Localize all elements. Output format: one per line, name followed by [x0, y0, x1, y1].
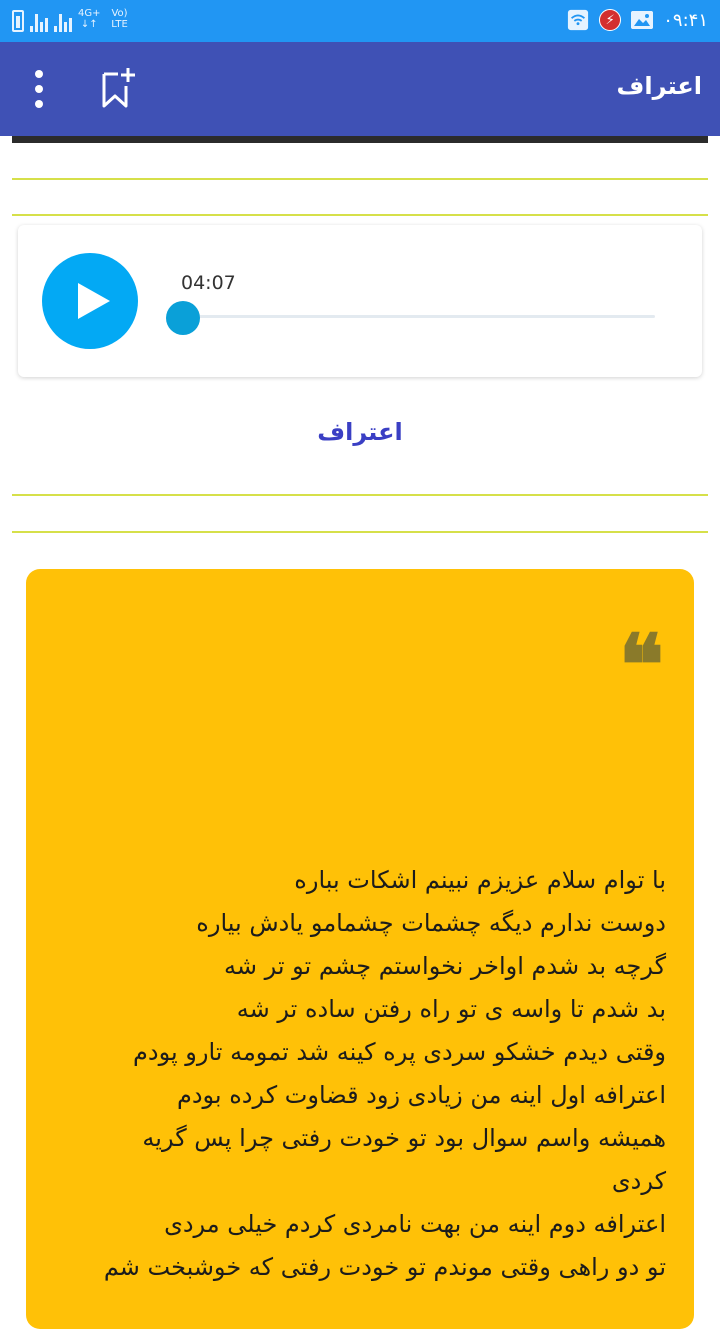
status-left-icons: 4G+ ↓↑ Vo) LTE	[12, 8, 133, 32]
quote-line: وقتی دیدم خشکو سردی پره کینه شد تمومه تا…	[133, 1038, 666, 1066]
network-label: 4G+	[78, 8, 101, 19]
status-right-icons: ⚡ ۰۹:۴۱	[567, 9, 708, 31]
quote-mark-icon: ❝	[618, 615, 664, 714]
quote-line: با توام سلام عزیزم نبینم اشکات بباره	[294, 866, 666, 894]
play-button[interactable]	[42, 253, 138, 349]
wifi-icon	[568, 9, 589, 31]
quote-line: کردی	[611, 1167, 666, 1195]
audio-player: 04:07	[18, 225, 702, 377]
divider	[12, 178, 708, 180]
image-notification-icon	[631, 11, 654, 29]
quote-card: ❝ با توام سلام عزیزم نبینم اشکات بباره د…	[26, 569, 694, 1329]
quote-text: با توام سلام عزیزم نبینم اشکات بباره دوس…	[56, 859, 666, 1289]
app-bar: اعتراف	[0, 42, 720, 136]
quote-line: بد شدم تا واسه ی تو راه رفتن ساده تر شه	[236, 995, 666, 1023]
quote-line: دوست ندارم دیگه چشمات چشمامو یادش بیاره	[196, 909, 666, 937]
quote-line: گرچه بد شدم اواخر نخواستم چشم تو تر شه	[223, 952, 666, 980]
quote-line: همیشه واسم سوال بود تو خودت رفتی چرا پس …	[142, 1124, 666, 1152]
more-options-icon[interactable]	[32, 70, 46, 108]
divider	[12, 494, 708, 496]
section-title: اعتراف	[317, 418, 403, 446]
clock: ۰۹:۴۱	[663, 9, 708, 31]
network-type: 4G+ ↓↑	[78, 8, 101, 30]
page-title: اعتراف	[616, 72, 702, 100]
quote-line: اعترافه دوم اینه من بهت نامردی کردم خیلی…	[164, 1210, 666, 1238]
header-image	[12, 136, 708, 143]
divider	[12, 214, 708, 216]
signal-icon-2	[54, 10, 72, 32]
power-alert-icon: ⚡	[599, 9, 622, 31]
status-bar: 4G+ ↓↑ Vo) LTE ⚡ ۰۹:۴۱	[0, 0, 720, 42]
audio-seek-thumb[interactable]	[166, 301, 200, 335]
signal-icon	[30, 10, 48, 32]
divider	[12, 531, 708, 533]
quote-line: تو دو راهی وقتی موندم تو خودت رفتی که خو…	[103, 1253, 666, 1281]
play-icon	[78, 283, 110, 319]
battery-icon	[12, 10, 24, 32]
audio-duration: 04:07	[181, 272, 236, 294]
volte-label: Vo) LTE	[111, 8, 128, 30]
audio-seek-bar[interactable]	[183, 315, 655, 318]
quote-line: اعترافه اول اینه من زیادی زود قضاوت کرده…	[176, 1081, 666, 1109]
add-bookmark-icon[interactable]	[98, 66, 140, 110]
